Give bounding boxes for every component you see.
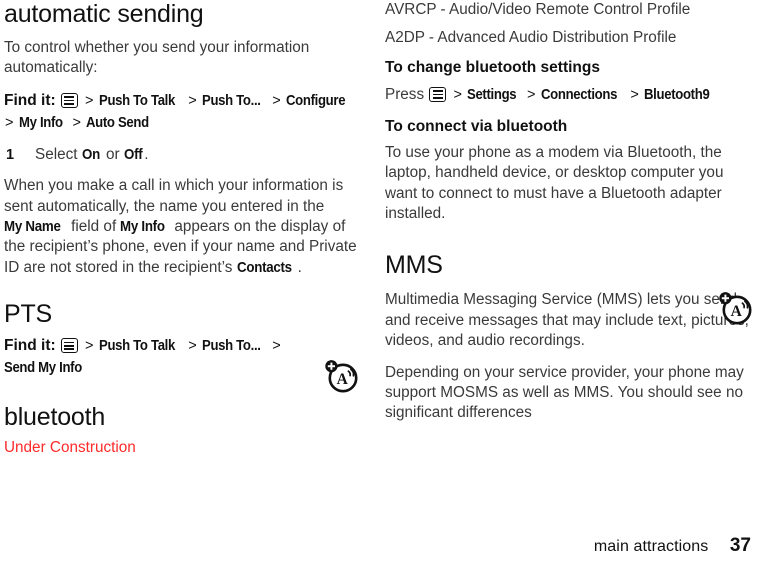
path-item-push-to: Push To... (201, 338, 261, 355)
connect-paragraph: To use your phone as a modem via Bluetoo… (385, 143, 724, 223)
path-separator: > (453, 86, 462, 103)
explanation-part-4: . (297, 258, 302, 276)
under-construction-note: Under Construction (4, 439, 136, 457)
path-separator: > (5, 114, 14, 131)
find-it-label: Find it: (4, 337, 56, 355)
connect-heading: To connect via bluetooth (385, 117, 568, 135)
path-separator: > (272, 338, 281, 355)
bluetooth-heading: bluetooth (4, 403, 106, 432)
mms-paragraph-1: Multimedia Messaging Service (MMS) lets … (385, 291, 749, 350)
path-separator: > (188, 92, 197, 109)
path-item-push-to: Push To... (201, 92, 261, 109)
path-item-my-info: My Info (18, 114, 63, 131)
path-item-send-my-info: Send My Info (4, 360, 82, 377)
mms-paragraph-2: Depending on your service provider, your… (385, 363, 744, 422)
audio-profile-circle-icon: A (716, 288, 754, 326)
explanation-part-1: When you make a call in which your infor… (4, 177, 344, 215)
option-on: On (81, 146, 100, 163)
path-item-auto-send: Auto Send (86, 114, 149, 131)
path-item-push-to-talk: Push To Talk (98, 338, 175, 355)
term-my-info: My Info (120, 219, 166, 236)
find-it-label: Find it: (4, 91, 56, 109)
profile-a2dp: A2DP - Advanced Audio Distribution Profi… (385, 29, 677, 47)
intro-paragraph: To control whether you send your informa… (4, 39, 310, 77)
svg-text:A: A (731, 303, 743, 320)
mms-heading: MMS (385, 251, 443, 280)
path-separator: > (85, 338, 94, 355)
footer-page-number: 37 (729, 535, 751, 556)
profile-avrcp: AVRCP - Audio/Video Remote Control Profi… (385, 1, 691, 18)
path-item-connections: Connections (540, 86, 617, 103)
explanation-paragraph: When you make a call in which your infor… (4, 176, 364, 278)
term-my-name: My Name (4, 219, 61, 236)
path-separator: > (630, 86, 639, 103)
find-it-path-auto-send: Find it: > Push To Talk > Push To... > C… (4, 90, 364, 134)
press-label: Press (385, 85, 425, 103)
left-column: automatic sending To control whether you… (4, 0, 364, 458)
svg-text:A: A (337, 371, 349, 388)
menu-key-icon (60, 92, 78, 108)
menu-key-icon (429, 86, 447, 102)
page-title: automatic sending (4, 0, 204, 28)
audio-profile-circle-icon: A (322, 356, 360, 394)
pts-heading: PTS (4, 300, 53, 329)
press-path-bluetooth: Press > Settings > Connections > Bluetoo… (385, 84, 753, 106)
menu-key-icon (60, 338, 78, 354)
option-off: Off (123, 146, 143, 163)
step-text-after: . (144, 145, 149, 163)
path-separator: > (85, 92, 94, 109)
change-settings-heading: To change bluetooth settings (385, 58, 600, 76)
step-text-before: Select (35, 145, 82, 163)
footer-chapter-label: main attractions (593, 538, 709, 555)
step-number: 1 (6, 146, 15, 163)
path-separator: > (527, 86, 536, 103)
path-separator: > (272, 92, 281, 109)
step-text-middle: or (101, 145, 124, 163)
explanation-part-2: field of (66, 218, 121, 236)
path-item-push-to-talk: Push To Talk (98, 92, 175, 109)
page-footer: main attractions 37 (0, 535, 757, 557)
path-item-bluetooth: Bluetooth9 (644, 86, 710, 103)
path-separator: > (72, 114, 81, 131)
find-it-path-send-my-info: Find it: > Push To Talk > Push To... > S… (4, 335, 364, 379)
right-column: AVRCP - Audio/Video Remote Control Profi… (385, 0, 753, 424)
term-contacts: Contacts (236, 259, 292, 276)
numbered-step-1: 1 Select On or Off. (4, 145, 364, 165)
path-separator: > (188, 338, 197, 355)
manual-page: automatic sending To control whether you… (0, 0, 757, 564)
path-item-configure: Configure (285, 92, 346, 109)
path-item-settings: Settings (467, 86, 517, 103)
